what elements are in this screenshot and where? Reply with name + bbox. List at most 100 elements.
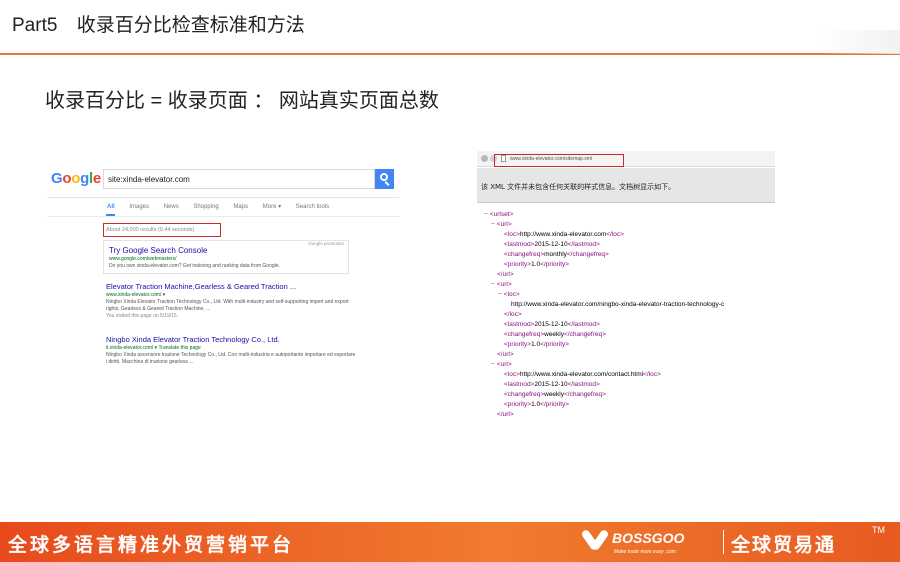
collapse-toggle-icon[interactable]: −: [491, 281, 495, 288]
collapse-toggle-icon[interactable]: −: [498, 291, 502, 298]
sitemap-xml-screenshot: www.xinda-elevator.com/sitemap.xml 该 XML…: [477, 149, 775, 424]
xml-close-tag: </lastmod>: [567, 241, 600, 248]
xml-text: http://www.xinda-elevator.com/contact.ht…: [519, 371, 644, 378]
xml-text: http://www.xinda-elevator.com/ningbo-xin…: [511, 301, 725, 308]
xml-open-tag: <priority>: [504, 401, 532, 408]
tabs-divider: [47, 216, 399, 217]
google-results-screenshot: Google site:xinda-elevator.com All Image…: [47, 160, 399, 380]
xml-open-tag: <loc>: [504, 231, 520, 238]
result-snippet: Ningbo Xinda ascensore trazione Technolo…: [106, 352, 356, 365]
xml-line: <priority>1.0</priority>: [504, 400, 569, 410]
xml-text: weekly: [544, 391, 564, 398]
result-title[interactable]: Elevator Traction Machine,Gearless & Gea…: [106, 282, 356, 292]
xml-close-tag: </changefreq>: [566, 251, 609, 258]
tab-all[interactable]: All: [107, 204, 115, 210]
title-divider: [0, 53, 900, 55]
trademark-mark: TM: [872, 525, 885, 535]
tab-search-tools[interactable]: Search tools: [296, 204, 329, 210]
xml-open-tag: <priority>: [504, 341, 532, 348]
promotion-card: Google promotion Try Google Search Conso…: [103, 240, 349, 274]
xml-line[interactable]: − <loc>: [498, 290, 520, 300]
tab-more[interactable]: More ▾: [263, 204, 281, 210]
xml-close-tag: </changefreq>: [564, 391, 606, 398]
xml-open-tag: <url>: [496, 281, 512, 288]
xml-text: monthly: [544, 251, 567, 258]
xml-open-tag: </url>: [497, 271, 514, 278]
google-logo[interactable]: Google: [51, 170, 101, 187]
tab-shopping[interactable]: Shopping: [193, 204, 218, 210]
formula-text: 收录百分比 = 收录页面 ： 网站真实页面总数: [45, 90, 439, 112]
promotion-title[interactable]: Try Google Search Console: [109, 246, 207, 255]
xml-close-tag: </lastmod>: [567, 321, 600, 328]
xml-open-tag: <priority>: [504, 261, 532, 268]
xml-line: </url>: [497, 350, 514, 360]
browser-address-bar: www.xinda-elevator.com/sitemap.xml: [477, 151, 775, 167]
xml-line: <loc>http://www.xinda-elevator.com</loc>: [504, 230, 624, 240]
brand-divider: [723, 530, 724, 554]
collapse-toggle-icon[interactable]: −: [484, 211, 488, 218]
search-result: Elevator Traction Machine,Gearless & Gea…: [106, 282, 356, 320]
xml-line: <loc>http://www.xinda-elevator.com/conta…: [504, 370, 661, 380]
collapse-toggle-icon[interactable]: −: [491, 221, 495, 228]
xml-open-tag: <url>: [496, 221, 512, 228]
bossgoo-logo-icon: [580, 528, 610, 555]
xml-open-tag: <changefreq>: [504, 391, 545, 398]
slide-title: Part5 收录百分比检查标准和方法: [12, 10, 305, 37]
back-icon[interactable]: [481, 155, 488, 162]
tab-news[interactable]: News: [164, 204, 179, 210]
collapse-toggle-icon[interactable]: −: [491, 361, 495, 368]
promotion-desc: Do you own xinda-elevator.com? Get index…: [109, 263, 280, 269]
google-tabs: All Images News Shopping Maps More ▾ Sea…: [107, 203, 342, 210]
brand-name: BOSSGOO: [612, 530, 685, 546]
xml-close-tag: </priority>: [540, 401, 570, 408]
xml-line: <priority>1.0</priority>: [504, 260, 569, 270]
xml-text: 1.0: [531, 401, 541, 408]
google-search-button[interactable]: [375, 169, 394, 189]
google-search-input[interactable]: site:xinda-elevator.com: [103, 169, 375, 189]
xml-line: <changefreq>weekly</changefreq>: [504, 390, 606, 400]
search-icon: [380, 173, 388, 181]
search-result: Ningbo Xinda Elevator Traction Technolog…: [106, 335, 356, 366]
xml-line: </url>: [497, 270, 514, 280]
title-text: 收录百分比检查标准和方法: [76, 15, 305, 36]
promotion-tag: Google promotion: [308, 241, 344, 246]
tab-images[interactable]: Images: [129, 204, 149, 210]
xml-line[interactable]: − <url>: [491, 360, 512, 370]
highlight-box-stats: [103, 223, 221, 237]
xml-open-tag: <changefreq>: [504, 331, 545, 338]
result-url[interactable]: www.xinda-elevator.com/ ▾: [106, 292, 356, 299]
xml-line: http://www.xinda-elevator.com/ningbo-xin…: [511, 300, 724, 310]
tab-maps[interactable]: Maps: [233, 204, 248, 210]
xml-open-tag: <changefreq>: [504, 251, 545, 258]
xml-close-tag: </loc>: [643, 371, 661, 378]
xml-close-tag: </changefreq>: [564, 331, 606, 338]
xml-text: 2015-12-10: [534, 241, 568, 248]
google-header: Google site:xinda-elevator.com: [47, 160, 399, 198]
xml-close-tag: </lastmod>: [567, 381, 600, 388]
result-title[interactable]: Ningbo Xinda Elevator Traction Technolog…: [106, 335, 356, 345]
xml-line[interactable]: − <url>: [491, 280, 512, 290]
brand-cn-name: 全球贸易通: [731, 535, 837, 556]
result-visited: You visited this page on 5/19/15.: [106, 313, 179, 319]
xml-text: 2015-12-10: [534, 321, 568, 328]
promotion-url[interactable]: www.google.com/webmasters/: [109, 256, 177, 262]
result-url[interactable]: it.xinda-elevator.com/ ▾ Translate this …: [106, 345, 356, 352]
xml-text: 1.0: [531, 341, 541, 348]
xml-text: 2015-12-10: [534, 381, 568, 388]
xml-line: <lastmod>2015-12-10</lastmod>: [504, 240, 600, 250]
footer-slogan: 全球多语言精准外贸营销平台: [8, 535, 295, 556]
part-label: Part5: [12, 15, 58, 36]
xml-open-tag: <urlset>: [489, 211, 514, 218]
xml-line[interactable]: − <url>: [491, 220, 512, 230]
xml-line: <lastmod>2015-12-10</lastmod>: [504, 320, 600, 330]
xml-open-tag: </url>: [497, 351, 514, 358]
footer-banner: 全球多语言精准外贸营销平台 BOSSGOO Make trade more ea…: [0, 522, 900, 562]
xml-text: http://www.xinda-elevator.com: [519, 231, 607, 238]
brand-tagline: Make trade more easy .com: [614, 549, 676, 555]
xml-open-tag: <url>: [496, 361, 512, 368]
highlight-box-url: [494, 154, 624, 167]
xml-line[interactable]: − <urlset>: [484, 210, 513, 220]
title-divider-fade: [820, 30, 900, 54]
xml-open-tag: <lastmod>: [504, 321, 535, 328]
xml-open-tag: <loc>: [504, 371, 520, 378]
